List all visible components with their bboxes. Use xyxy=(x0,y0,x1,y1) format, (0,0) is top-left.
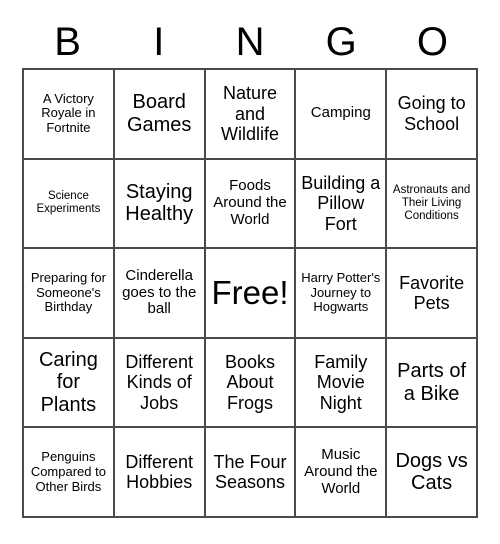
bingo-cell[interactable]: Staying Healthy xyxy=(114,159,206,250)
bingo-cell-label: Foods Around the World xyxy=(213,176,287,228)
bingo-cell[interactable]: Board Games xyxy=(114,70,206,160)
bingo-cell[interactable]: Science Experiments xyxy=(24,159,115,250)
bingo-cell[interactable]: Cinderella goes to the ball xyxy=(114,249,206,339)
bingo-cell[interactable]: Penguins Compared to Other Birds xyxy=(24,428,115,518)
bingo-cell-label: Books About Frogs xyxy=(224,352,275,413)
bingo-cell-label: Family Movie Night xyxy=(314,352,368,413)
header-letter-g: G xyxy=(325,20,357,64)
header-letter-o: O xyxy=(416,20,448,64)
bingo-cell-label: Preparing for Someone's Birthday xyxy=(30,269,106,315)
bingo-cell-label: Harry Potter's Journey to Hogwarts xyxy=(301,269,381,315)
bingo-cell-label: Staying Healthy xyxy=(125,180,194,226)
bingo-cell-label: A Victory Royale in Fortnite xyxy=(41,90,96,136)
bingo-free-space[interactable]: Free! xyxy=(205,249,297,339)
bingo-cell[interactable]: A Victory Royale in Fortnite xyxy=(24,70,115,160)
bingo-cell[interactable]: Caring for Plants xyxy=(24,338,115,429)
bingo-cell-label: Favorite Pets xyxy=(399,272,465,313)
bingo-cell-label: Nature and Wildlife xyxy=(220,83,279,144)
bingo-cell[interactable]: Astronauts and Their Living Conditions xyxy=(387,159,478,250)
bingo-cell-label: Science Experiments xyxy=(36,190,101,216)
bingo-cell[interactable]: Harry Potter's Journey to Hogwarts xyxy=(296,249,388,339)
bingo-cell-label: Going to School xyxy=(397,93,466,134)
bingo-header: B I N G O xyxy=(22,16,478,68)
bingo-cell[interactable]: Camping xyxy=(296,70,388,160)
bingo-cell[interactable]: Parts of a Bike xyxy=(387,338,478,429)
bingo-cell-label: Penguins Compared to Other Birds xyxy=(30,449,106,494)
bingo-cell-label: Parts of a Bike xyxy=(397,360,467,405)
bingo-cell[interactable]: Favorite Pets xyxy=(387,249,478,339)
bingo-cell[interactable]: Dogs vs Cats xyxy=(387,428,478,518)
bingo-cell[interactable]: Different Kinds of Jobs xyxy=(114,338,206,429)
bingo-card: B I N G O A Victory Royale in Fortnite Bo… xyxy=(0,0,500,544)
bingo-cell-label: Free! xyxy=(211,274,289,312)
bingo-cell-label: Building a Pillow Fort xyxy=(301,172,381,234)
header-letter-i: I xyxy=(153,20,165,64)
bingo-cell[interactable]: Nature and Wildlife xyxy=(205,70,297,160)
bingo-grid: A Victory Royale in Fortnite Board Games N… xyxy=(22,68,478,518)
bingo-cell[interactable]: Books About Frogs xyxy=(205,338,297,429)
bingo-cell[interactable]: Different Hobbies xyxy=(114,428,206,518)
bingo-cell[interactable]: Preparing for Someone's Birthday xyxy=(24,249,115,339)
bingo-cell[interactable]: Foods Around the World xyxy=(205,159,297,250)
bingo-cell-label: Music Around the World xyxy=(304,445,378,497)
bingo-cell[interactable]: Going to School xyxy=(387,70,478,160)
bingo-cell[interactable]: The Four Seasons xyxy=(205,428,297,518)
bingo-cell-label: Astronauts and Their Living Conditions xyxy=(392,183,471,222)
bingo-cell-label: Different Hobbies xyxy=(125,451,194,493)
bingo-cell-label: The Four Seasons xyxy=(213,451,287,493)
bingo-cell-label: Caring for Plants xyxy=(38,348,98,416)
bingo-cell[interactable]: Building a Pillow Fort xyxy=(296,159,388,250)
bingo-cell-label: Different Kinds of Jobs xyxy=(125,352,194,413)
header-letter-b: B xyxy=(54,20,81,64)
bingo-cell-label: Board Games xyxy=(126,91,192,136)
bingo-cell-label: Dogs vs Cats xyxy=(395,449,468,495)
bingo-cell[interactable]: Family Movie Night xyxy=(296,338,388,429)
bingo-cell[interactable]: Music Around the World xyxy=(296,428,388,518)
header-letter-n: N xyxy=(235,20,265,64)
bingo-cell-label: Camping xyxy=(310,104,371,122)
bingo-cell-label: Cinderella goes to the ball xyxy=(122,266,197,318)
